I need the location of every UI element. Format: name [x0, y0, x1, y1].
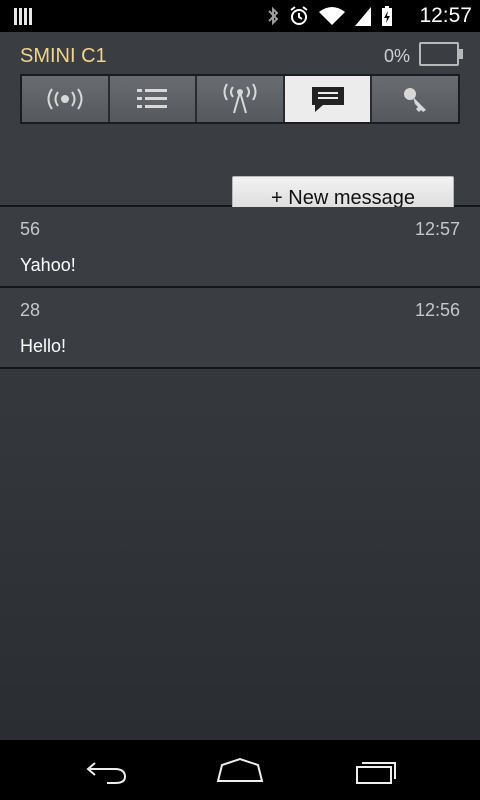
message-icon [311, 87, 344, 112]
status-bar: 12:57 [0, 0, 480, 32]
home-icon [216, 757, 264, 782]
message-text: Hello! [20, 336, 67, 356]
message-item[interactable]: 28 12:56 Hello! [0, 288, 480, 369]
tab-bar [20, 74, 460, 124]
message-id: 28 [20, 300, 41, 320]
signal-broadcast-icon [47, 88, 83, 110]
message-list: 56 12:57 Yahoo! 28 12:56 Hello! [0, 207, 480, 369]
tab-messages[interactable] [284, 76, 373, 122]
back-icon [86, 762, 127, 784]
list-icon [137, 89, 168, 108]
recent-apps-button[interactable] [350, 756, 402, 786]
signal-icon [355, 7, 371, 26]
message-text: Yahoo! [20, 255, 76, 275]
key-icon [404, 88, 427, 112]
app-header: SMINI C1 0% + New message [0, 32, 480, 216]
message-id: 56 [20, 219, 41, 239]
battery-charging-icon [382, 6, 392, 26]
bluetooth-icon [268, 6, 279, 26]
alarm-icon [290, 6, 308, 25]
device-title: SMINI C1 [20, 45, 107, 67]
message-time: 12:56 [414, 300, 460, 320]
status-icons [266, 5, 394, 27]
empty-content-area [0, 369, 480, 740]
back-button[interactable] [80, 756, 132, 786]
wifi-icon [319, 7, 345, 25]
tab-antenna[interactable] [197, 76, 285, 122]
status-time: 12:57 [419, 4, 472, 27]
tab-key[interactable] [372, 76, 458, 122]
navigation-bar [0, 740, 480, 800]
antenna-icon [223, 83, 257, 114]
recent-apps-icon [356, 762, 396, 784]
home-button[interactable] [214, 756, 266, 786]
battery-icon [419, 42, 463, 66]
tab-list[interactable] [109, 76, 198, 122]
message-item[interactable]: 56 12:57 Yahoo! [0, 207, 480, 288]
message-time: 12:57 [414, 219, 460, 239]
tab-broadcast[interactable] [22, 76, 110, 122]
notification-icon [14, 8, 32, 25]
battery-percentage: 0% [383, 46, 410, 66]
